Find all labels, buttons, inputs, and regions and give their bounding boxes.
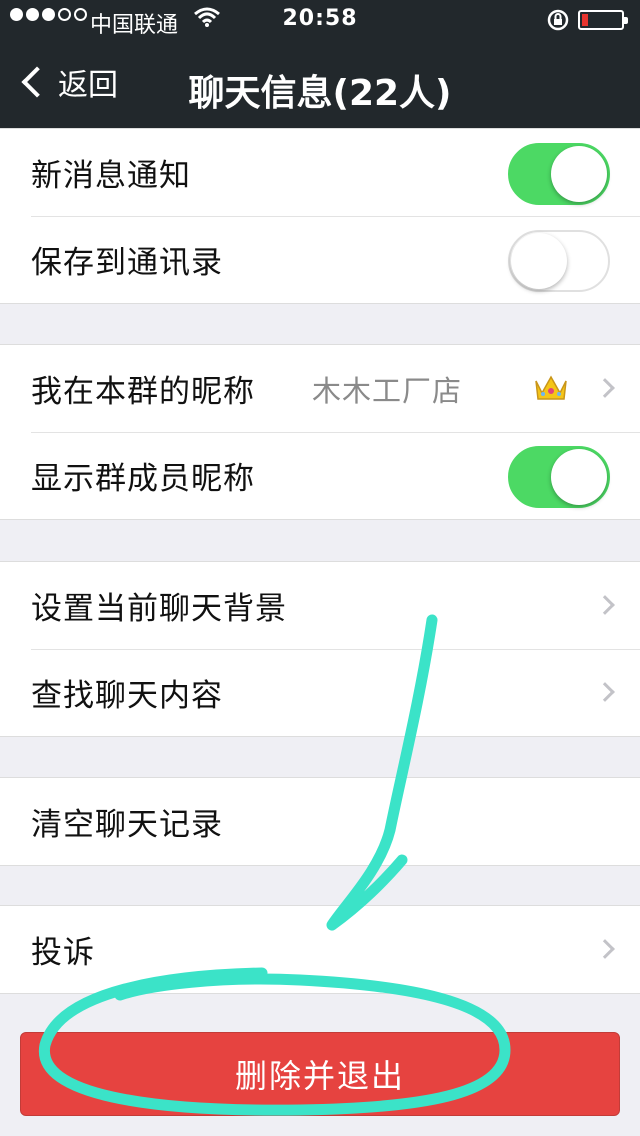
chevron-right-icon — [595, 939, 615, 959]
save-to-contacts-label: 保存到通讯录 — [31, 245, 223, 281]
search-chat-content-row[interactable]: 查找聊天内容 — [0, 649, 640, 736]
clear-chat-history-label: 清空聊天记录 — [31, 807, 223, 843]
status-bar: 中国联通 20:58 — [0, 0, 640, 40]
new-message-notify-toggle[interactable] — [508, 143, 610, 205]
clear-chat-history-row[interactable]: 清空聊天记录 — [0, 778, 640, 865]
rotation-lock-icon — [547, 9, 569, 31]
clear-history-group: 清空聊天记录 — [0, 777, 640, 866]
battery-level — [582, 14, 588, 26]
top-bar: 中国联通 20:58 返回 聊天信息(22人) — [0, 0, 640, 128]
show-member-nicknames-toggle[interactable] — [508, 446, 610, 508]
chat-settings-group: 设置当前聊天背景 查找聊天内容 — [0, 561, 640, 737]
chevron-right-icon — [595, 682, 615, 702]
clock: 20:58 — [282, 6, 358, 31]
my-nickname-row[interactable]: 我在本群的昵称 木木工厂店 — [0, 345, 640, 432]
set-chat-background-label: 设置当前聊天背景 — [31, 591, 287, 627]
save-to-contacts-row: 保存到通讯录 — [0, 216, 640, 303]
new-message-notify-label: 新消息通知 — [31, 158, 191, 194]
my-nickname-value: 木木工厂店 — [312, 373, 463, 408]
report-group: 投诉 — [0, 905, 640, 994]
chevron-right-icon — [595, 595, 615, 615]
show-member-nicknames-row: 显示群成员昵称 — [0, 432, 640, 519]
battery-icon — [578, 10, 628, 30]
my-nickname-label: 我在本群的昵称 — [31, 374, 255, 410]
new-message-notify-row: 新消息通知 — [0, 129, 640, 216]
search-chat-content-label: 查找聊天内容 — [31, 678, 223, 714]
delete-and-exit-button[interactable]: 删除并退出 — [20, 1032, 620, 1116]
complain-label: 投诉 — [31, 935, 95, 971]
set-chat-background-row[interactable]: 设置当前聊天背景 — [0, 562, 640, 649]
complain-row[interactable]: 投诉 — [0, 906, 640, 993]
navigation-bar: 返回 聊天信息(22人) — [0, 40, 640, 128]
notification-settings-group: 新消息通知 保存到通讯录 — [0, 128, 640, 304]
nickname-settings-group: 我在本群的昵称 木木工厂店 显示群成员昵称 — [0, 344, 640, 520]
save-to-contacts-toggle[interactable] — [508, 230, 610, 292]
chevron-right-icon — [595, 378, 615, 398]
crown-icon — [535, 375, 567, 400]
show-member-nicknames-label: 显示群成员昵称 — [31, 461, 255, 497]
page-title: 聊天信息(22人) — [188, 73, 452, 114]
